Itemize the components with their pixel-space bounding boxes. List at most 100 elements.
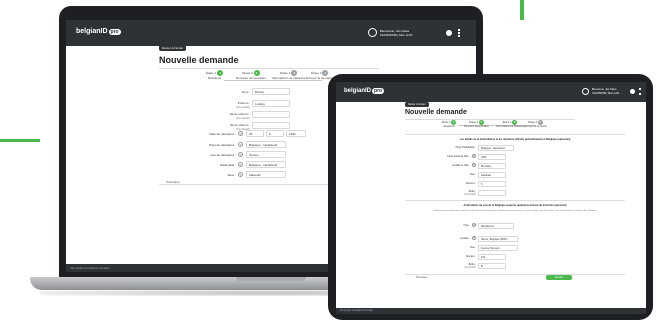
prenom-optional: (Facultatif) [235, 105, 250, 109]
step-1-label: Étape 1 [206, 71, 217, 75]
street-input[interactable]: Aalstraat [478, 172, 506, 178]
previous-button[interactable]: Précédent [416, 276, 427, 279]
info-icon[interactable] [446, 30, 452, 36]
help-icon[interactable]: ? [238, 131, 243, 136]
app-logo[interactable]: belgianID pro [344, 88, 385, 94]
help-icon[interactable]: ? [238, 172, 243, 177]
help-icon[interactable]: ? [472, 154, 476, 158]
user-icon[interactable] [368, 28, 377, 37]
app-logo-text: belgianID [344, 88, 372, 94]
field-label-nom: Nom : [241, 90, 250, 94]
birth-place-input[interactable]: Namen [246, 151, 286, 158]
title-divider [405, 119, 575, 120]
section-1-title: Les détails de la domiciliation et les r… [459, 138, 571, 141]
field-label-street: Rue : [470, 173, 476, 176]
number-input[interactable]: 5 [478, 181, 506, 187]
field-label-box: Boîte : (Facultatif) [426, 190, 476, 196]
field-label-locality2: Localité : [459, 237, 470, 240]
locality-input[interactable]: Bruxelles [478, 163, 506, 169]
sex-select[interactable]: Masculin [246, 171, 286, 178]
box2-input[interactable]: B [478, 263, 506, 269]
more-menu-icon[interactable] [458, 29, 460, 37]
field-input-prenom2[interactable] [252, 111, 290, 118]
field-label-locality: Localité et Ville : [451, 164, 470, 167]
type-select[interactable]: Résidences [478, 223, 514, 229]
app-logo[interactable]: belgianID pro [76, 28, 121, 35]
app-header: belgianID pro Bienvenue, Jan Claes 012345… [66, 20, 476, 46]
info-icon[interactable] [630, 89, 635, 94]
prenom2-optional: (Facultatif) [235, 116, 250, 120]
step-2[interactable]: Étape 2 2 Données personnelles [464, 120, 489, 128]
street2-input[interactable]: Avenue Hessens [478, 245, 518, 251]
step-3[interactable]: Étape 3 3 Informations de l'adresse [496, 120, 524, 128]
field-input-nom[interactable]: Buisse [252, 88, 290, 95]
help-icon[interactable]: ? [238, 142, 243, 147]
nationality-select[interactable]: Belgique - Nederland [246, 161, 286, 168]
box-input[interactable] [478, 190, 506, 196]
step-2[interactable]: Étape 2 2 Données personnelles [236, 70, 266, 80]
section-divider [405, 134, 625, 135]
birth-year-input[interactable]: 1992 [286, 130, 306, 137]
step-1-name: Résidents [207, 76, 222, 80]
field-label-sex: Sexe : [227, 173, 236, 177]
form-divider [405, 274, 625, 275]
step-1-name: Résidents [443, 125, 455, 128]
field-label-prenom3: 3ème prénom : (Facultatif) [206, 123, 250, 131]
footer-links[interactable]: Vie privée Conditions Contact [340, 309, 373, 312]
title-divider [159, 68, 379, 69]
stepper-line [224, 80, 322, 81]
app-logo-text: belgianID [76, 28, 108, 35]
app-header: belgianID pro Bienvenue, Jan Claes 012345… [336, 82, 646, 102]
help-icon[interactable]: ? [472, 163, 476, 167]
section-2-description: Conformément aux dispositions légales, l… [432, 210, 598, 212]
field-label-birth-country: Pays de naissance : [209, 143, 236, 147]
step-2-name: Données personnelles [464, 125, 489, 128]
postcode-input[interactable]: 1000 [478, 154, 506, 160]
user-profile-link: 0123456789 | Mon profil [380, 33, 413, 37]
step-3[interactable]: Étape 3 3 Informations de l'adresse [272, 70, 305, 80]
field-input-prenom[interactable]: Ludwig [252, 100, 290, 107]
page-title: Nouvelle demande [159, 55, 239, 65]
birth-country-select[interactable]: Belgique - Nederland [246, 141, 286, 148]
step-2-name: Données personnelles [236, 76, 266, 80]
box2-optional: (Facultatif) [464, 266, 476, 269]
help-icon[interactable]: ? [238, 162, 243, 167]
birth-day-input[interactable]: 04 [246, 130, 264, 137]
step-2-label: Étape 2 [469, 121, 478, 124]
logo-badge: pro [372, 88, 385, 94]
step-4-label: Étape 4 [528, 121, 537, 124]
help-icon[interactable]: ? [238, 152, 243, 157]
user-info[interactable]: Bienvenue, Jan Claes 0123456789 | Mon pr… [592, 88, 619, 95]
user-info[interactable]: Bienvenue, Jan Claes 0123456789 | Mon pr… [380, 29, 412, 37]
laptop-notch [236, 277, 306, 281]
field-label-prenom2: 2ème prénom : (Facultatif) [206, 112, 250, 120]
field-label-postcode: Code postal et Ville : [447, 155, 470, 158]
country-select[interactable]: Belgique - Nederland [478, 145, 514, 151]
help-icon[interactable]: ? [472, 223, 476, 227]
step-1[interactable]: Étape 1 1 Résidents [442, 120, 457, 128]
user-icon[interactable] [582, 88, 589, 95]
prenom3-optional: (Facultatif) [235, 127, 250, 131]
help-icon[interactable]: ? [472, 236, 476, 240]
step-4[interactable]: Étape 4 4 Envoyer la demande [306, 70, 334, 80]
back-button[interactable]: Retour à l'écran [159, 45, 187, 51]
field-label-number: Numéro : [465, 182, 476, 185]
locality2-input[interactable]: Namur, Belgique (5000) [478, 236, 518, 242]
field-label-country: Pays d'habitation : [455, 146, 476, 149]
birth-month-input[interactable]: 6 [266, 130, 284, 137]
step-2-label: Étape 2 [242, 71, 253, 75]
back-button[interactable]: Retour à l'écran [405, 102, 429, 107]
more-menu-icon[interactable] [639, 88, 641, 95]
box-optional: (Facultatif) [464, 193, 476, 196]
step-4-label: Étape 4 [311, 71, 322, 75]
field-input-prenom3[interactable] [252, 122, 290, 129]
user-profile-link: 0123456789 | Mon profil [592, 91, 619, 95]
step-1[interactable]: Étape 1 1 Résidents [206, 70, 224, 80]
step-4[interactable]: Étape 4 4 Envoyer la demande [524, 120, 547, 128]
user-greeting: Bienvenue, Jan Claes [592, 88, 617, 91]
footer-links[interactable]: Vie privée Conditions Contact [70, 266, 109, 270]
field-label-birth-place: Lieu de naissance : [210, 153, 236, 157]
next-button[interactable]: Suivant [546, 275, 572, 280]
number2-input[interactable]: 102 [478, 254, 506, 260]
previous-button[interactable]: Précédent [166, 180, 180, 184]
